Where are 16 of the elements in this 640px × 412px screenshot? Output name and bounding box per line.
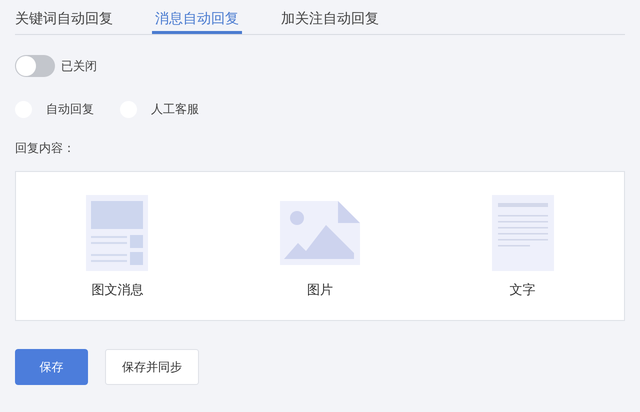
radio-label: 自动回复 bbox=[46, 100, 94, 118]
content-type-option[interactable]: 图片 bbox=[274, 194, 366, 300]
content-type-option[interactable]: 图文消息 bbox=[80, 194, 154, 300]
tab[interactable]: 消息自动回复 bbox=[152, 0, 242, 34]
toggle-switch[interactable] bbox=[15, 55, 55, 77]
toggle-label: 已关闭 bbox=[61, 58, 97, 74]
tab[interactable]: 关键词自动回复 bbox=[15, 0, 113, 34]
save-button[interactable]: 保存 bbox=[15, 349, 88, 385]
article-icon bbox=[86, 195, 148, 271]
content-type-option[interactable]: 文字 bbox=[486, 194, 560, 300]
image-icon bbox=[280, 201, 360, 265]
document-icon bbox=[492, 195, 554, 271]
radio-label: 人工客服 bbox=[151, 100, 199, 118]
tab[interactable]: 加关注自动回复 bbox=[281, 0, 379, 34]
save-and-sync-button[interactable]: 保存并同步 bbox=[105, 349, 199, 385]
section-label: 回复内容： bbox=[15, 140, 75, 157]
